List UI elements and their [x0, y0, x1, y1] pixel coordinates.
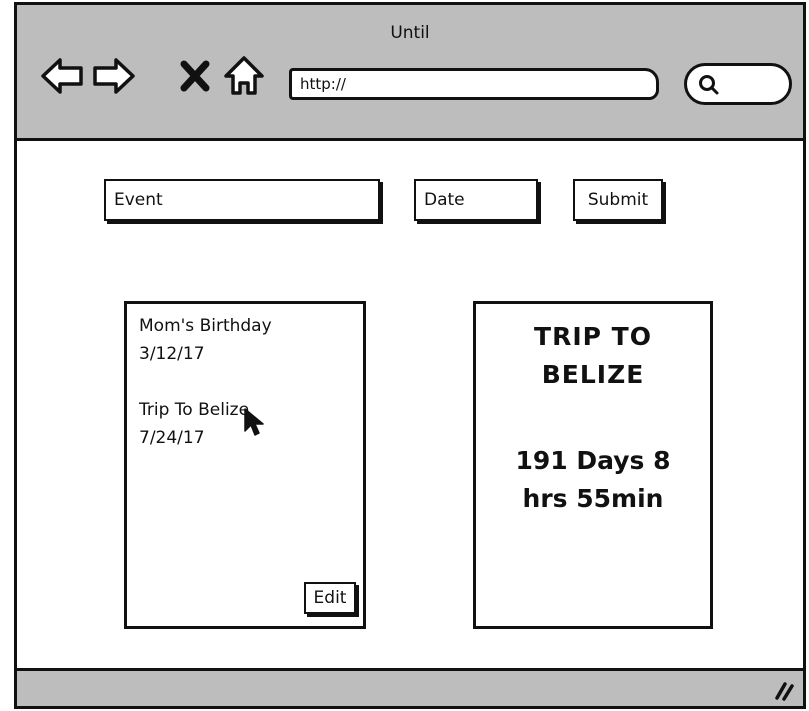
event-list-item[interactable]: Mom's Birthday 3/12/17 [139, 312, 272, 368]
browser-toolbar: Until [17, 5, 803, 141]
mouse-cursor-icon [244, 408, 264, 436]
close-icon[interactable] [177, 55, 213, 97]
magnifier-icon [699, 75, 719, 95]
event-list-panel: Mom's Birthday 3/12/17 Trip To Belize 7/… [124, 301, 366, 629]
edit-button[interactable]: Edit [304, 582, 356, 614]
event-date: 3/12/17 [139, 344, 205, 364]
browser-window: Until http:// Event Date Submit Mom's Bi… [14, 2, 806, 709]
submit-button[interactable]: Submit [573, 179, 663, 221]
date-input[interactable] [414, 179, 538, 221]
event-date: 7/24/17 [139, 428, 205, 448]
home-icon[interactable] [223, 55, 265, 97]
event-input[interactable] [104, 179, 380, 221]
search-box[interactable] [684, 63, 792, 105]
resize-grip-icon[interactable] [771, 678, 797, 702]
back-arrow-icon[interactable] [39, 55, 85, 97]
event-name: Trip To Belize [139, 400, 250, 420]
status-bar [17, 668, 803, 706]
window-title: Until [390, 23, 430, 43]
event-name: Mom's Birthday [139, 316, 272, 336]
countdown-remaining: 191 Days 8 hrs 55min [515, 446, 671, 513]
forward-arrow-icon[interactable] [91, 55, 137, 97]
countdown-panel: TRIP TO BELIZE 191 Days 8 hrs 55min [473, 301, 713, 629]
event-list-item[interactable]: Trip To Belize 7/24/17 [139, 396, 249, 452]
url-input[interactable] [289, 68, 659, 100]
countdown-event-title: TRIP TO BELIZE [534, 322, 652, 389]
